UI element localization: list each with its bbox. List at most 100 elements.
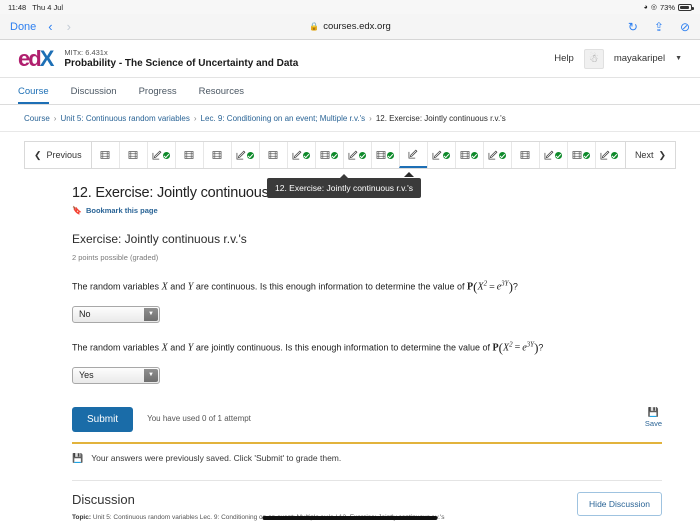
completed-check-icon	[443, 151, 451, 159]
chevron-left-icon: ❮	[34, 149, 42, 160]
battery-percent: 73%	[659, 2, 675, 12]
unit-item-15-problem[interactable]	[482, 142, 511, 168]
ios-status-bar: 11:48 Thu 4 Jul ◕ ◎ 73%	[0, 0, 700, 14]
q1-prefix: The random variables	[72, 281, 160, 292]
completed-check-icon	[555, 151, 563, 159]
unit-item-6-problem[interactable]	[230, 142, 259, 168]
breadcrumb-item-unit[interactable]: Unit 5: Continuous random variables	[60, 114, 189, 123]
saved-notice-text: Your answers were previously saved. Clic…	[91, 453, 342, 464]
course-title-block: MITx: 6.431x Probability - The Science o…	[64, 48, 298, 69]
home-indicator	[262, 516, 438, 520]
save-label: Save	[644, 418, 662, 428]
unit-navigation: ❮ Previous Next ❯	[24, 141, 676, 169]
unit-item-5-video[interactable]	[202, 142, 231, 168]
q2-middle: are jointly continuous. Is this enough i…	[195, 342, 490, 353]
question-2-text: The random variables X and Y are jointly…	[72, 339, 676, 358]
problem-title: Exercise: Jointly continuous r.v.'s	[72, 232, 247, 246]
tab-progress[interactable]: Progress	[139, 86, 177, 104]
question-2-select[interactable]: Yes ▼	[72, 366, 160, 384]
tab-discussion[interactable]: Discussion	[71, 86, 117, 104]
submit-button[interactable]: Submit	[72, 406, 134, 432]
bookmark-label: Bookmark this page	[85, 206, 158, 215]
chevron-down-icon[interactable]: ▼	[675, 55, 682, 62]
q2-prefix: The random variables	[72, 342, 160, 353]
chevron-down-icon: ▼	[144, 368, 158, 382]
video-icon	[320, 151, 330, 159]
header-right: Help ☃ mayakaripel ▼	[554, 48, 682, 69]
share-icon[interactable]: ⇪	[654, 20, 664, 34]
completed-check-icon	[163, 151, 171, 159]
unit-item-2-video[interactable]	[118, 142, 147, 168]
breadcrumb: Course › Unit 5: Continuous random varia…	[0, 105, 700, 132]
unit-item-13-problem[interactable]	[426, 142, 455, 168]
address-bar[interactable]: 🔒 courses.edx.org	[309, 21, 391, 32]
help-link[interactable]: Help	[554, 53, 574, 64]
avatar[interactable]: ☃	[583, 48, 604, 69]
next-unit-button[interactable]: Next ❯	[624, 142, 675, 168]
wifi-icon: ◕	[643, 3, 648, 11]
unit-item-3-problem[interactable]	[146, 142, 175, 168]
breadcrumb-separator: ›	[53, 113, 57, 123]
unit-item-12-problem[interactable]	[398, 142, 427, 168]
unit-item-7-video[interactable]	[258, 142, 287, 168]
done-button[interactable]: Done	[10, 21, 36, 33]
unit-item-9-video[interactable]	[314, 142, 343, 168]
attempts-text: You have used 0 of 1 attempt	[147, 413, 251, 423]
status-time: 11:48	[8, 2, 27, 12]
problem-icon	[600, 150, 610, 160]
breadcrumb-item-course[interactable]: Course	[24, 114, 50, 123]
location-icon: ◎	[650, 4, 657, 11]
unit-item-10-problem[interactable]	[342, 142, 371, 168]
unit-item-17-problem[interactable]	[538, 142, 567, 168]
q2-var-x: X	[161, 342, 168, 354]
breadcrumb-separator: ›	[193, 113, 197, 123]
q1-suffix: ?	[512, 281, 518, 292]
forward-icon[interactable]: ›	[67, 19, 71, 34]
question-1-select[interactable]: No ▼	[72, 305, 160, 323]
hide-discussion-button[interactable]: Hide Discussion	[577, 491, 662, 516]
username-label[interactable]: mayakaripel	[614, 53, 665, 64]
course-code: MITx: 6.431x	[64, 48, 108, 57]
bookmark-button[interactable]: 🔖 Bookmark this page	[72, 206, 676, 215]
q1-expr-eq: =	[489, 281, 495, 293]
tab-course[interactable]: Course	[18, 86, 49, 104]
unit-item-1-video[interactable]	[90, 142, 119, 168]
next-label: Next	[634, 150, 654, 160]
q2-expr-rhs-exp: 3Y	[526, 340, 535, 349]
reload-icon[interactable]: ↻	[628, 20, 638, 34]
tabs-icon[interactable]: ⊘	[680, 20, 690, 34]
breadcrumb-item-lecture[interactable]: Lec. 9: Conditioning on an event; Multip…	[201, 114, 366, 123]
points-possible: 2 points possible (graded)	[72, 253, 159, 262]
video-icon	[572, 151, 582, 159]
q2-conj: and	[170, 342, 186, 353]
saved-notice: 💾 Your answers were previously saved. Cl…	[72, 441, 662, 464]
main-content: 12. Exercise: Jointly continuous r.v.'s …	[0, 169, 700, 525]
unit-item-list	[90, 142, 623, 168]
browser-nav-arrows: ‹ ›	[48, 19, 71, 34]
video-icon	[520, 151, 530, 159]
back-icon[interactable]: ‹	[48, 19, 52, 34]
problem-icon	[488, 150, 498, 160]
unit-navigation-wrapper: ❮ Previous Next ❯	[0, 132, 700, 169]
breadcrumb-separator: ›	[369, 113, 372, 123]
unit-item-14-video[interactable]	[454, 142, 483, 168]
unit-item-4-video[interactable]	[174, 142, 203, 168]
tab-resources[interactable]: Resources	[199, 86, 244, 104]
unit-item-8-problem[interactable]	[286, 142, 315, 168]
edx-logo[interactable]: edX	[18, 45, 54, 71]
chevron-right-icon: ❯	[658, 149, 666, 160]
unit-item-19-problem[interactable]	[594, 142, 623, 168]
bookmark-icon: 🔖	[72, 206, 82, 215]
unit-item-16-video[interactable]	[510, 142, 539, 168]
video-icon	[212, 151, 222, 159]
q1-conj: and	[170, 281, 186, 292]
logo-ed-text: ed	[18, 45, 42, 71]
previous-unit-button[interactable]: ❮ Previous	[25, 142, 91, 168]
course-name: Probability - The Science of Uncertainty…	[64, 58, 299, 69]
save-button[interactable]: 💾 Save	[645, 407, 676, 428]
unit-item-11-video[interactable]	[370, 142, 399, 168]
completed-check-icon	[471, 151, 479, 159]
unit-item-18-video[interactable]	[566, 142, 595, 168]
video-icon	[128, 151, 138, 159]
floppy-disk-icon: 💾	[647, 406, 660, 417]
